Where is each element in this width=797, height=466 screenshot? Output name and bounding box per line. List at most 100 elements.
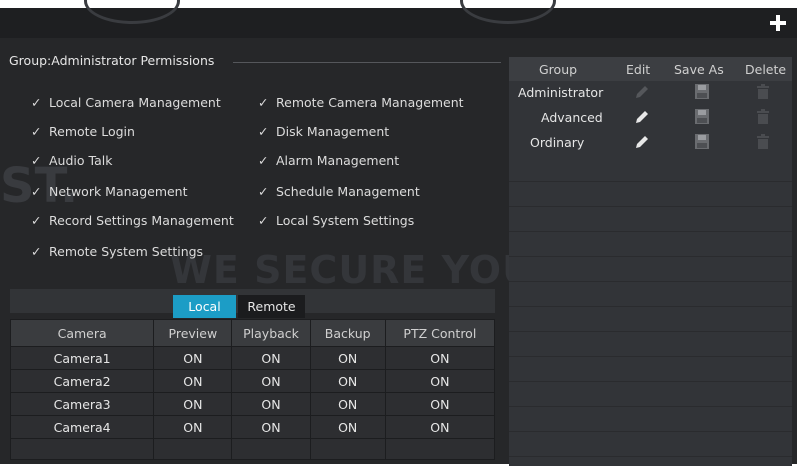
permission-checkbox[interactable]: ✓ Audio Talk — [31, 153, 112, 168]
permission-checkbox[interactable]: ✓ Network Management — [31, 184, 188, 199]
permission-toggle-cell[interactable]: ON — [231, 392, 311, 416]
empty-row — [509, 182, 792, 207]
table-row: Camera4 ON ON ON ON — [9, 415, 496, 439]
column-header-ptz-control: PTZ Control — [384, 319, 496, 347]
group-name: Ordinary — [530, 135, 585, 150]
permission-toggle-cell[interactable]: ON — [153, 346, 233, 370]
permission-checkbox[interactable]: ✓ Schedule Management — [258, 184, 420, 199]
empty-row — [509, 407, 792, 432]
plus-icon — [770, 15, 786, 31]
camera-name-cell: Camera4 — [9, 415, 155, 439]
permission-toggle-cell[interactable]: ON — [309, 369, 386, 393]
permission-label: Alarm Management — [276, 153, 400, 168]
permission-toggle-cell[interactable]: ON — [153, 369, 233, 393]
permission-toggle-cell[interactable]: ON — [231, 346, 311, 370]
check-icon: ✓ — [258, 95, 269, 110]
empty-row — [509, 157, 792, 182]
permission-checkbox[interactable]: ✓ Local System Settings — [258, 213, 414, 228]
column-header-delete: Delete — [745, 62, 787, 77]
column-header-playback: Playback — [231, 319, 311, 347]
camera-permissions-table: Camera Preview Playback Backup PTZ Contr… — [9, 319, 496, 460]
trash-icon — [757, 134, 769, 149]
check-icon: ✓ — [258, 184, 269, 199]
permission-toggle-cell[interactable]: ON — [384, 346, 496, 370]
empty-row — [509, 232, 792, 257]
top-bar — [0, 8, 797, 38]
permission-toggle-cell[interactable]: ON — [309, 415, 386, 439]
permission-label: Disk Management — [276, 124, 390, 139]
permission-label: Remote Camera Management — [276, 95, 464, 110]
permission-label: Remote Login — [49, 124, 135, 139]
add-group-button[interactable] — [767, 12, 789, 34]
permission-checkbox[interactable]: ✓ Disk Management — [258, 124, 389, 139]
column-header-edit: Edit — [626, 62, 651, 77]
trash-icon — [757, 84, 769, 99]
column-header-backup: Backup — [309, 319, 386, 347]
permission-toggle-cell[interactable]: ON — [384, 392, 496, 416]
permission-label: Network Management — [49, 184, 188, 199]
empty-cell — [309, 438, 386, 460]
permission-checkbox[interactable]: ✓ Alarm Management — [258, 153, 399, 168]
table-row: Camera2 ON ON ON ON — [9, 369, 496, 393]
table-row: Camera3 ON ON ON ON — [9, 392, 496, 416]
camera-name-cell: Camera3 — [9, 392, 155, 416]
group-row[interactable]: Advanced — [509, 106, 792, 130]
permission-checkbox[interactable]: ✓ Remote Login — [31, 124, 135, 139]
check-icon: ✓ — [31, 244, 42, 259]
permission-checkbox[interactable]: ✓ Remote System Settings — [31, 244, 203, 259]
permission-toggle-cell[interactable]: ON — [309, 346, 386, 370]
check-icon: ✓ — [31, 124, 42, 139]
table-header-row: Camera Preview Playback Backup PTZ Contr… — [9, 319, 496, 347]
camera-name-cell: Camera1 — [9, 346, 155, 370]
permission-checkbox[interactable]: ✓ Local Camera Management — [31, 95, 221, 110]
permission-toggle-cell[interactable]: ON — [153, 392, 233, 416]
column-header-group: Group — [539, 62, 578, 77]
tab-remote[interactable]: Remote — [238, 295, 305, 318]
permission-label: Remote System Settings — [49, 244, 204, 259]
check-icon: ✓ — [31, 95, 42, 110]
empty-row — [9, 438, 496, 460]
permission-label: Audio Talk — [49, 153, 113, 168]
check-icon: ✓ — [258, 124, 269, 139]
permissions-title: Group:Administrator Permissions — [9, 53, 215, 68]
empty-row — [509, 382, 792, 407]
empty-row — [509, 257, 792, 282]
empty-row — [509, 357, 792, 382]
empty-cell — [384, 438, 496, 460]
check-icon: ✓ — [31, 213, 42, 228]
table-row: Camera1 ON ON ON ON — [9, 346, 496, 370]
permission-checkbox[interactable]: ✓ Record Settings Management — [31, 213, 234, 228]
permission-toggle-cell[interactable]: ON — [231, 415, 311, 439]
column-header-save-as: Save As — [674, 62, 724, 77]
group-name: Advanced — [541, 110, 603, 125]
permission-toggle-cell[interactable]: ON — [153, 415, 233, 439]
group-row[interactable]: Administrator — [509, 81, 792, 105]
check-icon: ✓ — [31, 153, 42, 168]
save-icon[interactable] — [695, 134, 709, 149]
camera-name-cell: Camera2 — [9, 369, 155, 393]
pencil-icon[interactable] — [633, 133, 651, 151]
permission-toggle-cell[interactable]: ON — [309, 392, 386, 416]
empty-cell — [9, 438, 155, 460]
check-icon: ✓ — [31, 184, 42, 199]
pencil-icon[interactable] — [633, 108, 651, 126]
empty-row — [509, 332, 792, 357]
column-header-preview: Preview — [153, 319, 233, 347]
group-row[interactable]: Ordinary — [509, 131, 792, 155]
permission-toggle-cell[interactable]: ON — [384, 415, 496, 439]
permission-toggle-cell[interactable]: ON — [384, 369, 496, 393]
save-icon[interactable] — [695, 84, 709, 99]
empty-row — [509, 307, 792, 332]
empty-cell — [153, 438, 233, 460]
group-name: Administrator — [518, 85, 604, 100]
save-icon[interactable] — [695, 109, 709, 124]
pencil-icon — [636, 86, 648, 98]
group-list-panel: Group Edit Save As Delete Administrator A… — [509, 57, 792, 466]
permission-checkbox[interactable]: ✓ Remote Camera Management — [258, 95, 464, 110]
title-divider — [233, 62, 501, 63]
check-icon: ✓ — [258, 213, 269, 228]
tab-local[interactable]: Local — [173, 295, 236, 318]
permission-label: Local System Settings — [276, 213, 415, 228]
column-header-camera: Camera — [9, 319, 155, 347]
permission-toggle-cell[interactable]: ON — [231, 369, 311, 393]
